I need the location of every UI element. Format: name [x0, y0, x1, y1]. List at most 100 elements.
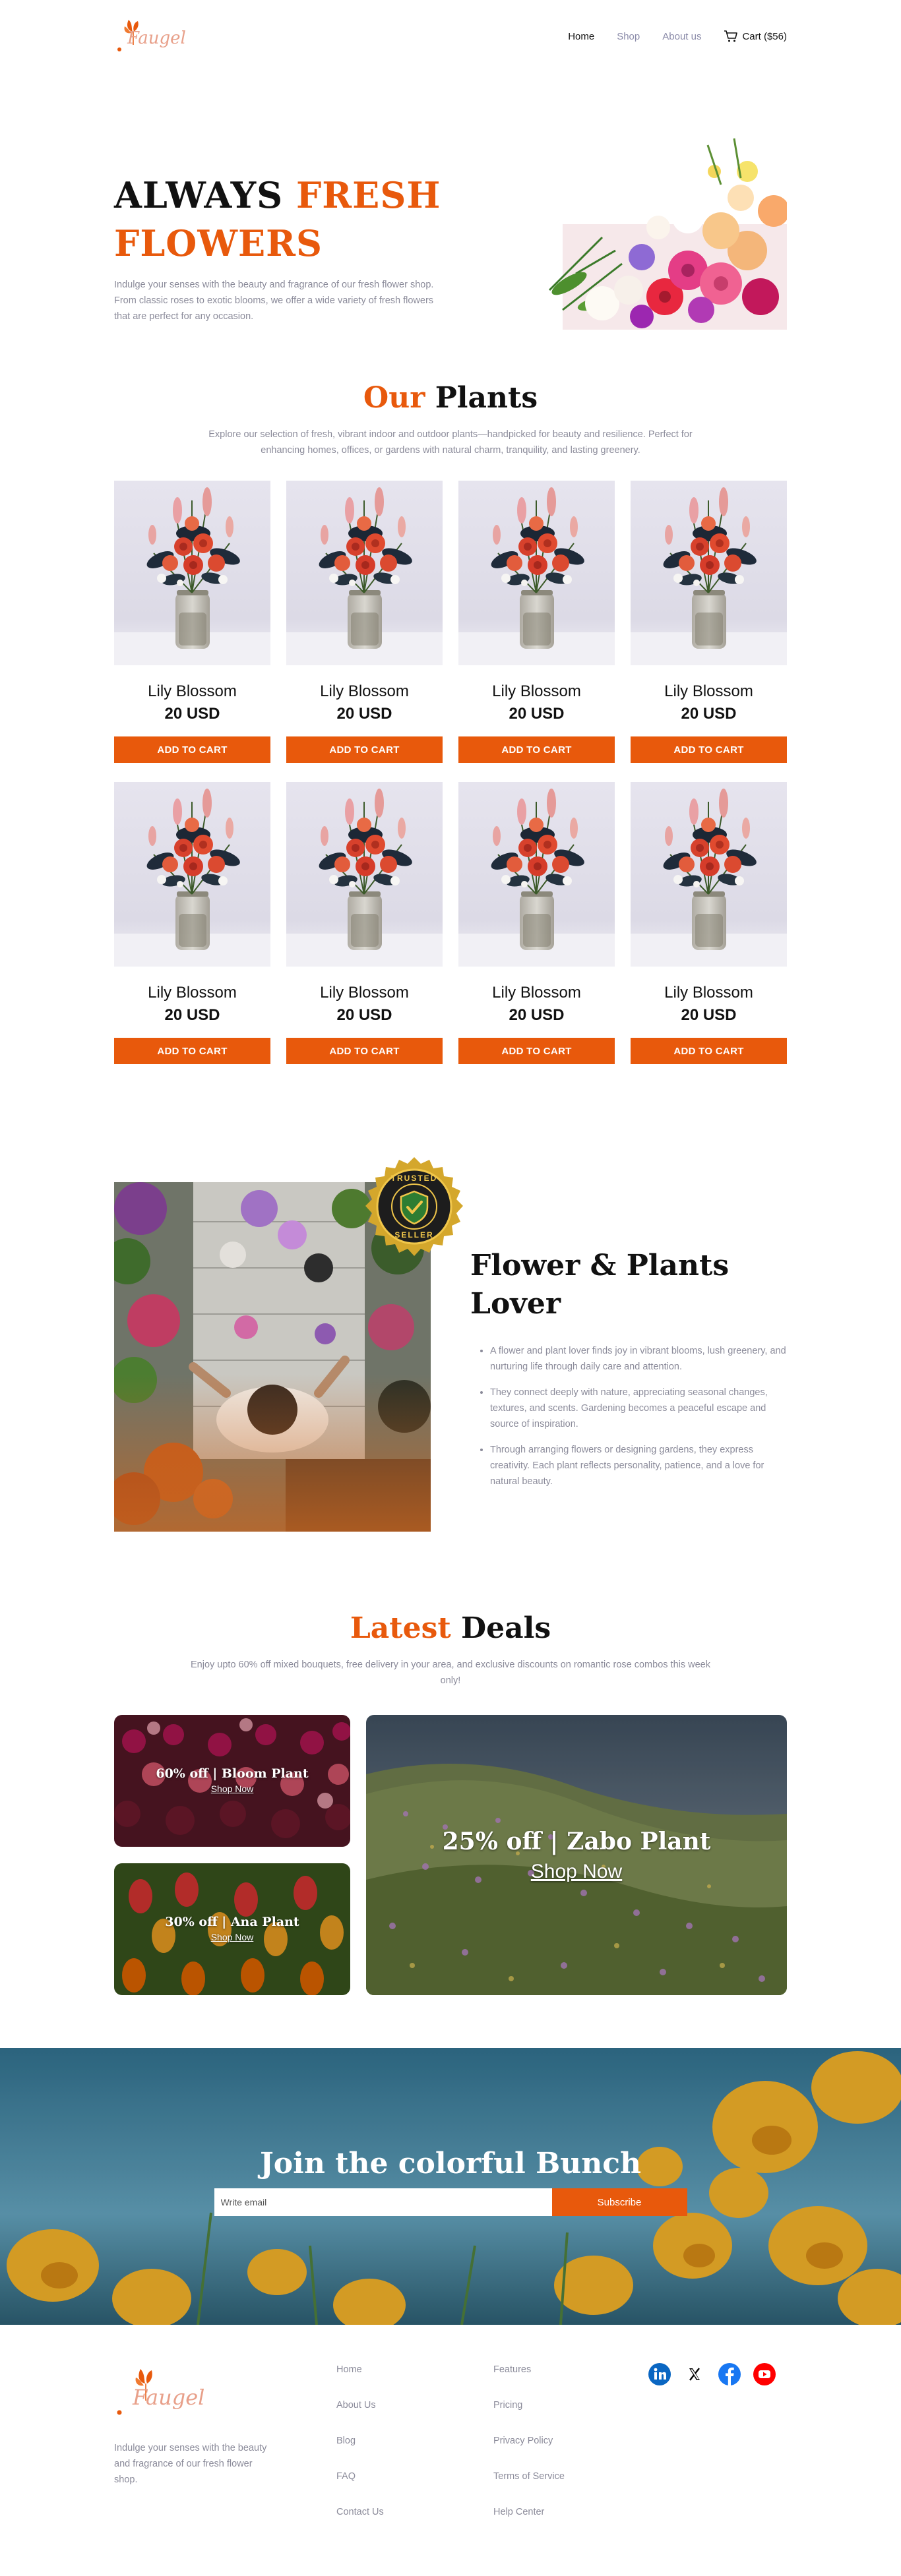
lover-point: A flower and plant lover finds joy in vi…: [490, 1343, 787, 1375]
add-to-cart-button[interactable]: ADD TO CART: [286, 736, 443, 763]
product-name[interactable]: Lily Blossom: [286, 682, 443, 701]
product-name[interactable]: Lily Blossom: [286, 984, 443, 1002]
hero-title: ALWAYS FRESH FLOWERS: [114, 171, 457, 268]
shop-now-link[interactable]: Shop Now: [211, 1932, 254, 1942]
trusted-seller-badge: TRUSTED SELLER: [365, 1157, 463, 1256]
shop-now-link[interactable]: Shop Now: [211, 1783, 254, 1794]
deal-card-bloom[interactable]: 60% off | Bloom Plant Shop Now: [114, 1715, 350, 1847]
product-name[interactable]: Lily Blossom: [458, 682, 615, 701]
footer-link-privacy-policy[interactable]: Privacy Policy: [493, 2436, 553, 2446]
lover-points: A flower and plant lover finds joy in vi…: [470, 1343, 787, 1489]
shop-now-link[interactable]: Shop Now: [531, 1861, 622, 1883]
deal-title: 30% off | Ana Plant: [165, 1915, 299, 1929]
product-image[interactable]: [631, 782, 787, 967]
nav-about-us[interactable]: About us: [662, 31, 701, 42]
product-card: Lily Blossom 20 USD ADD TO CART: [631, 481, 787, 782]
product-image[interactable]: [458, 782, 615, 967]
hero-description: Indulge your senses with the beauty and …: [114, 280, 434, 322]
main-nav: Home Shop About us Cart ($56): [568, 30, 787, 43]
newsletter-title: Join the colorful Bunch: [259, 2147, 642, 2180]
add-to-cart-button[interactable]: ADD TO CART: [458, 1038, 615, 1064]
facebook-icon[interactable]: [717, 2362, 742, 2387]
badge-bottom-text: SELLER: [394, 1230, 433, 1240]
youtube-icon[interactable]: [752, 2362, 777, 2387]
product-card: Lily Blossom 20 USD ADD TO CART: [114, 481, 270, 782]
footer-link-blog[interactable]: Blog: [336, 2436, 356, 2446]
product-price: 20 USD: [336, 705, 392, 723]
product-image[interactable]: [631, 481, 787, 665]
product-image[interactable]: [114, 481, 270, 665]
lover-point: Through arranging flowers or designing g…: [490, 1442, 787, 1489]
deal-card-zabo[interactable]: 25% off | Zabo Plant Shop Now: [366, 1715, 787, 1995]
product-card: Lily Blossom 20 USD ADD TO CART: [458, 481, 615, 782]
product-price: 20 USD: [164, 1006, 220, 1024]
product-name[interactable]: Lily Blossom: [631, 984, 787, 1002]
footer-links-primary: Home About Us Blog FAQ Contact Us: [336, 2364, 384, 2542]
product-card: Lily Blossom 20 USD ADD TO CART: [458, 782, 615, 1083]
plants-title: Our Plants: [114, 381, 787, 415]
plants-title-accent: Our: [363, 381, 425, 415]
footer-description: Indulge your senses with the beauty and …: [114, 2443, 267, 2485]
nav-home[interactable]: Home: [568, 31, 594, 42]
footer-link-home[interactable]: Home: [336, 2364, 362, 2375]
add-to-cart-button[interactable]: ADD TO CART: [631, 736, 787, 763]
hero-section: ALWAYS FRESH FLOWERS Indulge your senses…: [0, 132, 901, 330]
cart-icon: [724, 30, 738, 42]
deals-grid: 60% off | Bloom Plant Shop Now 30% off |…: [114, 1715, 787, 1995]
newsletter-section: Join the colorful Bunch Subscribe: [0, 2048, 901, 2325]
deals-title: Latest Deals: [114, 1611, 787, 1645]
footer-links-secondary: Features Pricing Privacy Policy Terms of…: [493, 2364, 565, 2542]
footer-link-terms-of-service[interactable]: Terms of Service: [493, 2471, 565, 2482]
footer-link-help-center[interactable]: Help Center: [493, 2507, 544, 2517]
product-image[interactable]: [286, 782, 443, 967]
product-image[interactable]: [286, 481, 443, 665]
email-field[interactable]: [214, 2188, 552, 2216]
product-name[interactable]: Lily Blossom: [458, 984, 615, 1002]
lover-point: They connect deeply with nature, appreci…: [490, 1385, 787, 1432]
cart-label: Cart ($56): [742, 30, 787, 42]
product-price: 20 USD: [681, 1006, 737, 1024]
deal-card-ana[interactable]: 30% off | Ana Plant Shop Now: [114, 1863, 350, 1995]
plants-section: Our Plants Explore our selection of fres…: [0, 381, 901, 1083]
footer-logo-wordmark: Faugel: [132, 2385, 204, 2410]
plants-title-rest: Plants: [425, 381, 538, 415]
social-links: [647, 2362, 777, 2387]
product-image[interactable]: [114, 782, 270, 967]
add-to-cart-button[interactable]: ADD TO CART: [114, 736, 270, 763]
deal-title: 25% off | Zabo Plant: [442, 1827, 711, 1855]
plants-subtitle: Explore our selection of fresh, vibrant …: [208, 429, 693, 456]
add-to-cart-button[interactable]: ADD TO CART: [286, 1038, 443, 1064]
product-name[interactable]: Lily Blossom: [114, 984, 270, 1002]
footer-link-pricing[interactable]: Pricing: [493, 2400, 522, 2411]
hero-bouquet-image: [523, 132, 787, 330]
product-card: Lily Blossom 20 USD ADD TO CART: [114, 782, 270, 1083]
deal-title: 60% off | Bloom Plant: [156, 1766, 309, 1781]
product-grid: Lily Blossom 20 USD ADD TO CART Lily Blo…: [114, 481, 787, 1083]
deals-subtitle: Enjoy upto 60% off mixed bouquets, free …: [191, 1660, 710, 1686]
add-to-cart-button[interactable]: ADD TO CART: [114, 1038, 270, 1064]
product-image[interactable]: [458, 481, 615, 665]
cart-link[interactable]: Cart ($56): [724, 30, 787, 43]
product-price: 20 USD: [509, 705, 565, 723]
footer-link-about-us[interactable]: About Us: [336, 2400, 376, 2411]
product-price: 20 USD: [509, 1006, 565, 1024]
footer-logo[interactable]: Faugel: [114, 2361, 213, 2424]
hero-title-part1: ALWAYS: [114, 174, 296, 216]
add-to-cart-button[interactable]: ADD TO CART: [631, 1038, 787, 1064]
footer-link-faq[interactable]: FAQ: [336, 2471, 356, 2482]
brand-logo[interactable]: Faugel: [114, 13, 193, 59]
product-name[interactable]: Lily Blossom: [631, 682, 787, 701]
footer-link-features[interactable]: Features: [493, 2364, 531, 2375]
x-icon[interactable]: [682, 2362, 707, 2387]
linkedin-icon[interactable]: [647, 2362, 672, 2387]
hero-title-accent2: FLOWERS: [114, 222, 323, 264]
footer-link-contact-us[interactable]: Contact Us: [336, 2507, 384, 2517]
deals-title-accent: Latest: [350, 1611, 451, 1645]
deals-title-rest: Deals: [450, 1611, 551, 1645]
subscribe-button[interactable]: Subscribe: [551, 2188, 687, 2216]
add-to-cart-button[interactable]: ADD TO CART: [458, 736, 615, 763]
nav-shop[interactable]: Shop: [617, 31, 640, 42]
product-name[interactable]: Lily Blossom: [114, 682, 270, 701]
product-card: Lily Blossom 20 USD ADD TO CART: [286, 782, 443, 1083]
lover-section: TRUSTED SELLER Flower & Plants Lover A f…: [0, 1154, 901, 1532]
